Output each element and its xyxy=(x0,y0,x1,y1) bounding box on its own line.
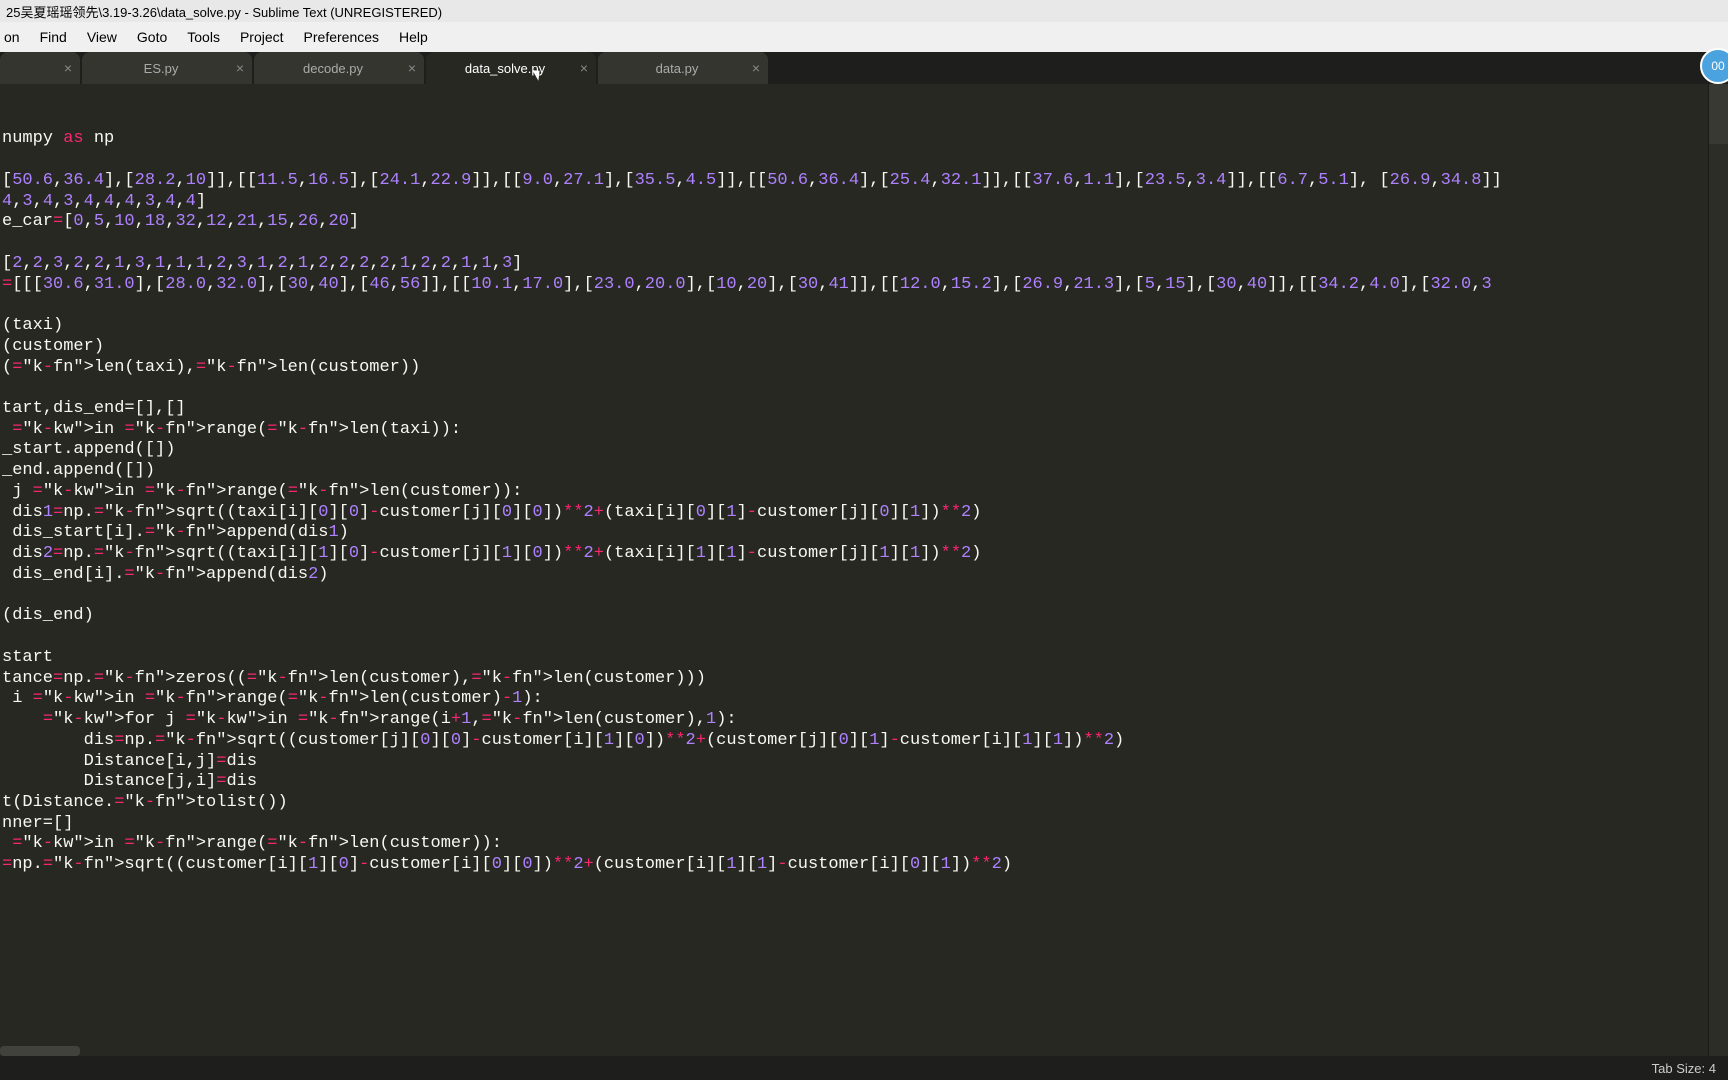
code-line: Distance[j,i]=dis xyxy=(0,772,1728,793)
menu-bar: on Find View Goto Tools Project Preferen… xyxy=(0,22,1728,52)
minimap[interactable] xyxy=(1708,84,1728,1056)
code-line xyxy=(0,378,1728,399)
tab-bar: × ES.py × decode.py × data_solve.py × da… xyxy=(0,52,1728,84)
overlay-badge: 00 xyxy=(1700,48,1728,84)
code-line: (customer) xyxy=(0,337,1728,358)
tab-label: ES.py xyxy=(144,61,179,76)
menu-preferences[interactable]: Preferences xyxy=(294,25,389,49)
code-line: dis_start[i].="k-fn">append(dis1) xyxy=(0,523,1728,544)
code-editor[interactable]: numpy as np [50.6,36.4],[28.2,10]],[[11.… xyxy=(0,84,1728,1056)
close-icon[interactable]: × xyxy=(64,61,72,75)
menu-on[interactable]: on xyxy=(4,25,30,49)
code-line: tance=np.="k-fn">zeros((="k-fn">len(cust… xyxy=(0,669,1728,690)
code-line: j ="k-kw">in ="k-fn">range(="k-fn">len(c… xyxy=(0,482,1728,503)
menu-tools[interactable]: Tools xyxy=(177,25,230,49)
status-tab-size[interactable]: Tab Size: 4 xyxy=(1652,1061,1716,1076)
code-line: _start.append([]) xyxy=(0,440,1728,461)
window-title-bar: 25吴夏瑶瑶领先\3.19-3.26\data_solve.py - Subli… xyxy=(0,0,1728,22)
tab-label: data_solve.py xyxy=(465,61,545,76)
code-line: nner=[] xyxy=(0,814,1728,835)
code-line: tart,dis_end=[],[] xyxy=(0,399,1728,420)
code-line: e_car=[0,5,10,18,32,12,21,15,26,20] xyxy=(0,212,1728,233)
code-line: [50.6,36.4],[28.2,10]],[[11.5,16.5],[24.… xyxy=(0,171,1728,192)
tab-es[interactable]: ES.py × xyxy=(82,52,252,84)
code-line: (="k-fn">len(taxi),="k-fn">len(customer)… xyxy=(0,358,1728,379)
code-line: ="k-kw">in ="k-fn">range(="k-fn">len(cus… xyxy=(0,834,1728,855)
menu-goto[interactable]: Goto xyxy=(127,25,177,49)
status-bar: Tab Size: 4 xyxy=(0,1056,1728,1080)
close-icon[interactable]: × xyxy=(236,61,244,75)
code-line: 4,3,4,3,4,4,4,3,4,4] xyxy=(0,192,1728,213)
code-line xyxy=(0,150,1728,171)
code-line: i ="k-kw">in ="k-fn">range(="k-fn">len(c… xyxy=(0,689,1728,710)
menu-help[interactable]: Help xyxy=(389,25,438,49)
code-line: dis2=np.="k-fn">sqrt((taxi[i][1][0]-cust… xyxy=(0,544,1728,565)
code-line xyxy=(0,586,1728,607)
code-line: (dis_end) xyxy=(0,606,1728,627)
code-line: dis_end[i].="k-fn">append(dis2) xyxy=(0,565,1728,586)
code-line: start xyxy=(0,648,1728,669)
tab-label: decode.py xyxy=(303,61,363,76)
close-icon[interactable]: × xyxy=(580,61,588,75)
code-line: dis1=np.="k-fn">sqrt((taxi[i][0][0]-cust… xyxy=(0,503,1728,524)
close-icon[interactable]: × xyxy=(408,61,416,75)
code-line: t(Distance.="k-fn">tolist()) xyxy=(0,793,1728,814)
code-line: ="k-kw">in ="k-fn">range(="k-fn">len(tax… xyxy=(0,420,1728,441)
code-line: =[[[30.6,31.0],[28.0,32.0],[30,40],[46,5… xyxy=(0,275,1728,296)
code-line: _end.append([]) xyxy=(0,461,1728,482)
code-line: (taxi) xyxy=(0,316,1728,337)
code-line xyxy=(0,627,1728,648)
menu-project[interactable]: Project xyxy=(230,25,294,49)
menu-view[interactable]: View xyxy=(77,25,127,49)
code-line xyxy=(0,295,1728,316)
tab-decode[interactable]: decode.py × xyxy=(254,52,424,84)
tab-empty[interactable]: × xyxy=(0,52,80,84)
tab-data[interactable]: data.py × xyxy=(598,52,768,84)
tab-data-solve[interactable]: data_solve.py × xyxy=(426,52,596,84)
close-icon[interactable]: × xyxy=(752,61,760,75)
badge-text: 00 xyxy=(1711,59,1724,73)
code-line xyxy=(0,233,1728,254)
code-line: [2,2,3,2,2,1,3,1,1,1,2,3,1,2,1,2,2,2,2,1… xyxy=(0,254,1728,275)
minimap-viewport[interactable] xyxy=(1709,84,1728,144)
code-line: ="k-kw">for j ="k-kw">in ="k-fn">range(i… xyxy=(0,710,1728,731)
menu-find[interactable]: Find xyxy=(30,25,77,49)
code-line: Distance[i,j]=dis xyxy=(0,752,1728,773)
window-title: 25吴夏瑶瑶领先\3.19-3.26\data_solve.py - Subli… xyxy=(6,5,442,20)
tab-label: data.py xyxy=(656,61,699,76)
code-line: dis=np.="k-fn">sqrt((customer[j][0][0]-c… xyxy=(0,731,1728,752)
code-line: =np.="k-fn">sqrt((customer[i][1][0]-cust… xyxy=(0,855,1728,876)
code-line: numpy as np xyxy=(0,129,1728,150)
scrollbar-horizontal[interactable] xyxy=(0,1046,80,1056)
